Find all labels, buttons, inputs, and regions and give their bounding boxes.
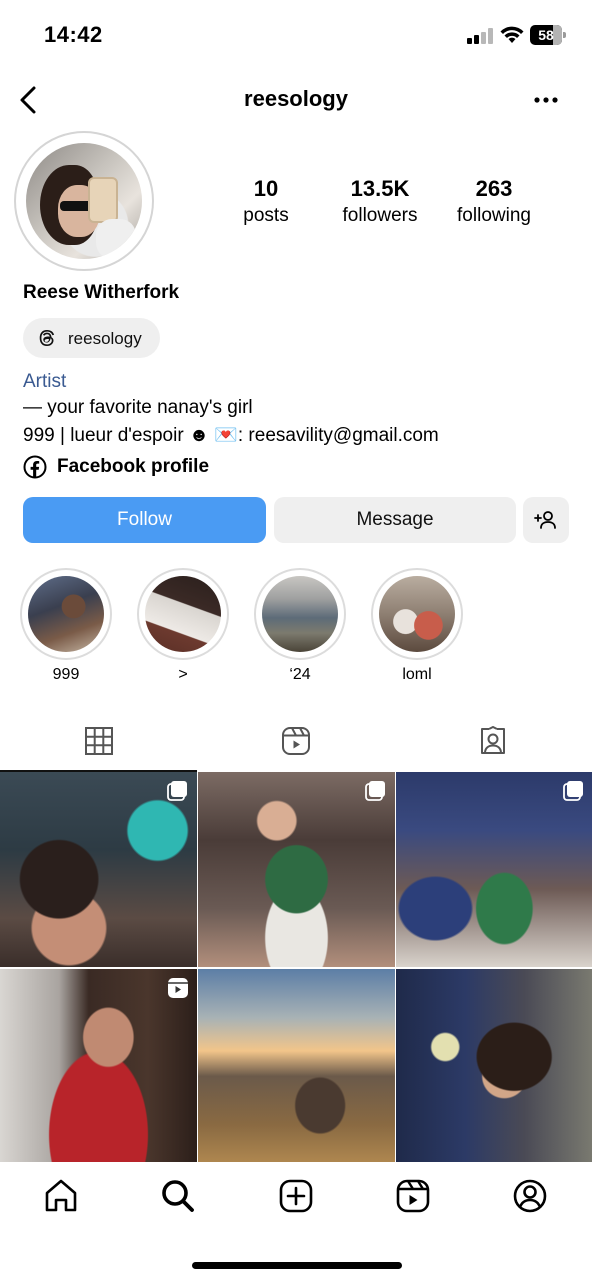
status-time: 14:42	[44, 22, 103, 47]
post-thumbnail[interactable]	[198, 969, 395, 1164]
highlight-label: loml	[402, 666, 432, 683]
threads-handle: reesology	[68, 329, 142, 348]
highlight-cover	[379, 576, 455, 652]
following-stat[interactable]: 263 following	[446, 176, 542, 227]
profile-category: Artist	[23, 371, 67, 392]
highlight-cover	[262, 576, 338, 652]
avatar-image	[26, 143, 142, 259]
carousel-icon	[365, 781, 385, 801]
tab-posts[interactable]	[0, 712, 197, 772]
grid-icon	[85, 727, 113, 755]
highlight-label: >	[178, 666, 188, 683]
suggest-people-button[interactable]	[523, 497, 569, 543]
search-icon[interactable]	[158, 1176, 198, 1216]
following-label: following	[457, 205, 531, 226]
highlight-cover	[28, 576, 104, 652]
more-options-icon[interactable]	[532, 88, 560, 112]
highlight-cover	[145, 576, 221, 652]
story-highlight[interactable]: loml	[371, 568, 463, 688]
post-thumbnail[interactable]	[0, 969, 197, 1164]
wifi-icon	[500, 26, 524, 43]
story-highlight[interactable]: ‘24	[254, 568, 346, 688]
followers-stat[interactable]: 13.5K followers	[328, 176, 432, 227]
highlight-label: ‘24	[289, 666, 311, 683]
display-name: Reese Witherfork	[23, 282, 180, 303]
follow-button[interactable]: Follow	[23, 497, 266, 543]
bio-line-2[interactable]: 999 | lueur d'espoir ☻ 💌: reesavility@gm…	[23, 423, 439, 447]
tab-reels[interactable]	[197, 712, 394, 772]
add-person-icon	[534, 511, 556, 529]
reel-icon	[168, 978, 188, 998]
reels-icon[interactable]	[393, 1176, 433, 1216]
battery-level: 58	[538, 27, 554, 43]
carousel-icon	[167, 781, 187, 801]
following-count: 263	[475, 176, 513, 201]
tagged-icon	[481, 726, 505, 754]
post-grid	[0, 772, 592, 1164]
home-indicator	[192, 1262, 402, 1269]
post-thumbnail[interactable]	[198, 772, 395, 967]
carousel-icon	[563, 781, 583, 801]
reels-icon	[282, 727, 310, 755]
profile-stats: 10 posts 13.5K followers 263 following	[218, 176, 558, 232]
posts-stat: 10 posts	[218, 176, 314, 227]
threads-badge[interactable]: reesology	[23, 318, 160, 358]
posts-count: 10	[253, 176, 279, 201]
battery-icon: 58	[530, 25, 566, 45]
highlight-label: 999	[52, 666, 80, 683]
facebook-icon	[23, 455, 47, 479]
post-thumbnail[interactable]	[0, 772, 197, 967]
followers-label: followers	[342, 205, 418, 226]
home-icon[interactable]	[41, 1176, 81, 1216]
bio-line-1: — your favorite nanay's girl	[23, 397, 253, 418]
followers-count: 13.5K	[350, 176, 410, 201]
post-thumbnail[interactable]	[396, 772, 592, 967]
cellular-signal-icon	[467, 28, 493, 44]
posts-label: posts	[243, 205, 289, 226]
avatar[interactable]	[14, 131, 154, 271]
profile-header: reesology	[0, 78, 592, 122]
bottom-navigation	[0, 1162, 592, 1232]
story-highlight[interactable]: 999	[20, 568, 112, 688]
profile-tabs	[0, 712, 592, 772]
create-icon[interactable]	[276, 1176, 316, 1216]
status-bar: 14:42 58	[0, 0, 592, 70]
facebook-profile-label: Facebook profile	[57, 456, 210, 477]
message-button[interactable]: Message	[274, 497, 516, 543]
page-title: reesology	[244, 86, 348, 111]
threads-icon	[39, 330, 55, 346]
story-highlight[interactable]: >	[137, 568, 229, 688]
post-thumbnail[interactable]	[396, 969, 592, 1164]
profile-icon[interactable]	[510, 1176, 550, 1216]
tab-tagged[interactable]	[394, 712, 591, 772]
back-icon[interactable]	[14, 82, 42, 118]
